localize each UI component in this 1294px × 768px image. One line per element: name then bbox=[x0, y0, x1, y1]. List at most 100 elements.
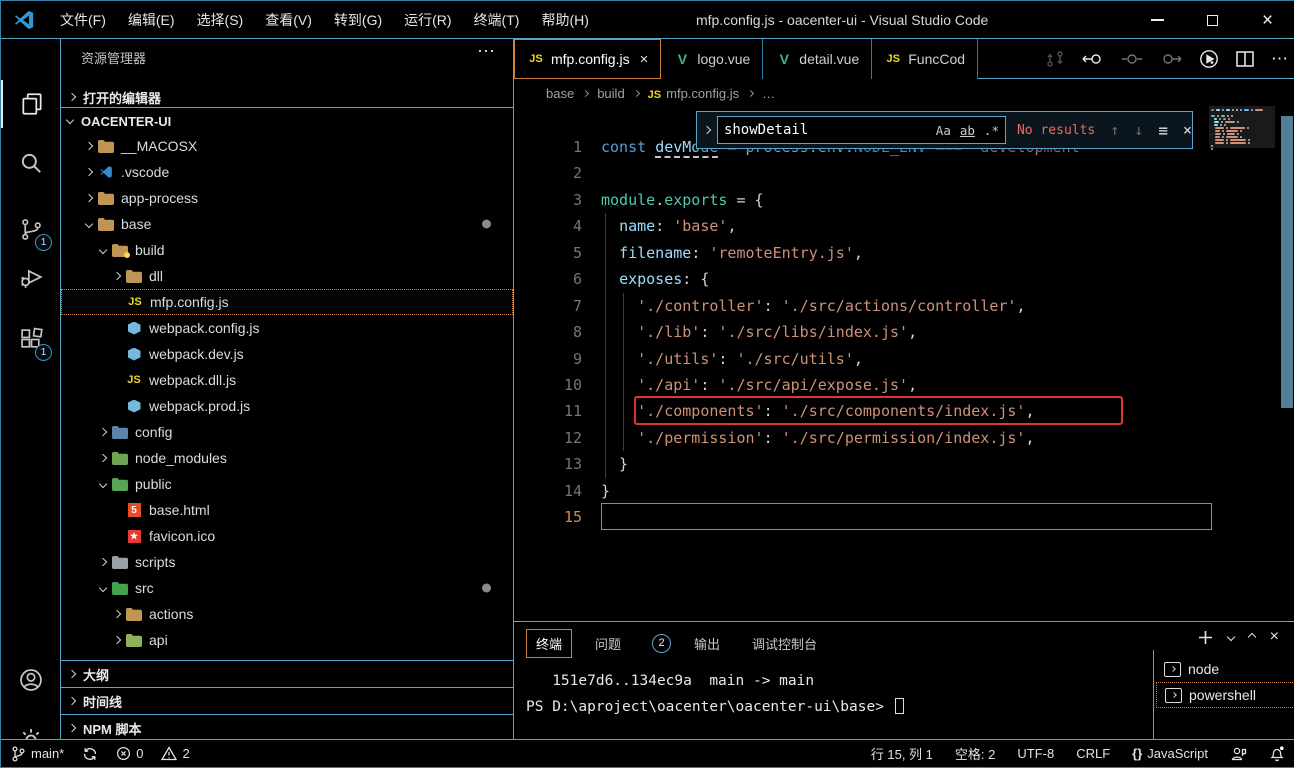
section-[interactable]: 大纲 bbox=[61, 660, 513, 687]
tab-mfp.config.js[interactable]: JSmfp.config.js× bbox=[514, 39, 661, 79]
next-change-icon[interactable] bbox=[1160, 51, 1182, 67]
status-sync[interactable] bbox=[82, 746, 98, 762]
new-terminal-icon[interactable] bbox=[1198, 630, 1213, 645]
tree-item-__MACOSX[interactable]: __MACOSX bbox=[61, 133, 513, 159]
tree-item-.vscode[interactable]: .vscode bbox=[61, 159, 513, 185]
close-find-icon[interactable]: × bbox=[1183, 121, 1192, 139]
next-match-icon[interactable]: ↓ bbox=[1134, 121, 1143, 139]
run-debug-icon[interactable] bbox=[1, 253, 61, 301]
tree-item-public[interactable]: public bbox=[61, 471, 513, 497]
maximize-panel-icon[interactable] bbox=[1247, 633, 1255, 641]
terminal-instance-node[interactable]: node bbox=[1156, 656, 1294, 682]
more-actions-icon[interactable]: ⋯ bbox=[1271, 49, 1289, 69]
tab-logo.vue[interactable]: Vlogo.vue bbox=[661, 39, 763, 79]
regex-icon[interactable]: .* bbox=[984, 123, 999, 138]
editor-scrollbar[interactable] bbox=[1281, 116, 1293, 408]
tree-item-favicon.ico[interactable]: ★favicon.ico bbox=[61, 523, 513, 549]
breadcrumb-item[interactable]: build bbox=[597, 86, 624, 101]
previous-match-icon[interactable]: ↑ bbox=[1110, 121, 1119, 139]
tree-item-dll[interactable]: dll bbox=[61, 263, 513, 289]
menu-item-R[interactable]: 运行(R) bbox=[393, 1, 462, 39]
menu-item-F[interactable]: 文件(F) bbox=[49, 1, 117, 39]
tree-item-api[interactable]: api bbox=[61, 627, 513, 653]
status-feedback[interactable] bbox=[1230, 746, 1247, 762]
breadcrumb[interactable]: base build JS mfp.config.js … bbox=[514, 80, 1294, 106]
search-input[interactable]: showDetail Aa ab .* bbox=[717, 116, 1006, 144]
close-button[interactable]: × bbox=[1240, 1, 1294, 39]
section-[interactable]: 时间线 bbox=[61, 687, 513, 714]
project-root[interactable]: OACENTER-UI bbox=[61, 110, 513, 132]
search-icon[interactable] bbox=[1, 139, 61, 187]
status-errors[interactable]: 0 bbox=[116, 746, 143, 761]
tree-item-app-process[interactable]: app-process bbox=[61, 185, 513, 211]
tree-item-config[interactable]: config bbox=[61, 419, 513, 445]
code-editor[interactable]: 1const devMode = process.env.NODE_ENV ==… bbox=[514, 106, 1294, 621]
source-control-icon[interactable]: 1 bbox=[1, 205, 61, 253]
find-in-selection-icon[interactable]: ≡ bbox=[1158, 121, 1168, 140]
run-code-icon[interactable] bbox=[1199, 49, 1219, 69]
tree-item-mfp.config.js[interactable]: JSmfp.config.js bbox=[61, 289, 513, 315]
compare-changes-icon[interactable] bbox=[1045, 50, 1065, 68]
tree-item-webpack.config.js[interactable]: webpack.config.js bbox=[61, 315, 513, 341]
code-line-6: 6 exposes: { bbox=[514, 266, 1294, 292]
tree-item-webpack.dev.js[interactable]: webpack.dev.js bbox=[61, 341, 513, 367]
breadcrumb-item[interactable]: … bbox=[762, 86, 775, 101]
status-warnings[interactable]: 2 bbox=[161, 746, 189, 761]
menu-item-G[interactable]: 转到(G) bbox=[323, 1, 393, 39]
tree-item-webpack.dll.js[interactable]: JSwebpack.dll.js bbox=[61, 367, 513, 393]
whole-word-icon[interactable]: ab bbox=[960, 123, 975, 138]
status-notifications[interactable] bbox=[1269, 745, 1285, 762]
panel-tab-label: 输出 bbox=[694, 634, 720, 653]
menu-item-E[interactable]: 编辑(E) bbox=[117, 1, 186, 39]
match-case-icon[interactable]: Aa bbox=[936, 123, 951, 138]
terminal-instance-powershell[interactable]: powershell bbox=[1156, 682, 1294, 708]
explorer-icon[interactable] bbox=[1, 80, 61, 128]
panel-tab-问题[interactable]: 问题 bbox=[586, 630, 630, 657]
close-tab-icon[interactable]: × bbox=[640, 51, 649, 68]
breadcrumb-item[interactable]: mfp.config.js bbox=[666, 86, 739, 101]
open-editors-section[interactable]: 打开的编辑器 bbox=[61, 87, 513, 108]
current-change-icon[interactable] bbox=[1121, 51, 1143, 67]
terminal-output[interactable]: 151e7d6..134ec9a main -> mainPS D:\aproj… bbox=[526, 668, 1146, 720]
tree-item-base[interactable]: base bbox=[61, 211, 513, 237]
tree-item-src[interactable]: src bbox=[61, 575, 513, 601]
panel-tab-输出[interactable]: 输出 bbox=[685, 630, 729, 657]
tab-FuncCod[interactable]: JSFuncCod bbox=[872, 39, 978, 79]
tree-item-scripts[interactable]: scripts bbox=[61, 549, 513, 575]
status-branch[interactable]: main* bbox=[11, 746, 64, 762]
chevron-right-icon bbox=[81, 143, 97, 149]
tab-detail.vue[interactable]: Vdetail.vue bbox=[763, 39, 872, 79]
tree-item-node_modules[interactable]: node_modules bbox=[61, 445, 513, 471]
tree-item-build[interactable]: build bbox=[61, 237, 513, 263]
panel-tab-调试控制台[interactable]: 调试控制台 bbox=[743, 630, 826, 657]
menu-item-V[interactable]: 查看(V) bbox=[254, 1, 323, 39]
terminal-dropdown-icon[interactable] bbox=[1226, 633, 1234, 641]
status-cursor-position[interactable]: 行 15, 列 1 bbox=[871, 744, 933, 763]
menu-item-S[interactable]: 选择(S) bbox=[186, 1, 255, 39]
menu-item-T[interactable]: 终端(T) bbox=[463, 1, 531, 39]
status-encoding[interactable]: UTF-8 bbox=[1017, 746, 1054, 761]
toggle-replace-icon[interactable] bbox=[697, 112, 717, 148]
menu-item-H[interactable]: 帮助(H) bbox=[530, 1, 599, 39]
tree-item-actions[interactable]: actions bbox=[61, 601, 513, 627]
status-eol[interactable]: CRLF bbox=[1076, 746, 1110, 761]
minimap[interactable] bbox=[1211, 109, 1273, 154]
line-content: filename: 'remoteEntry.js', bbox=[582, 240, 863, 266]
tree-item-base.html[interactable]: 5base.html bbox=[61, 497, 513, 523]
extensions-icon[interactable]: 1 bbox=[1, 315, 61, 363]
tree-item-webpack.prod.js[interactable]: webpack.prod.js bbox=[61, 393, 513, 419]
line-number: 6 bbox=[514, 266, 582, 292]
split-editor-icon[interactable] bbox=[1236, 51, 1254, 67]
close-panel-icon[interactable]: × bbox=[1270, 628, 1279, 646]
account-icon[interactable] bbox=[1, 656, 61, 704]
maximize-button[interactable] bbox=[1185, 1, 1240, 39]
status-indentation[interactable]: 空格: 2 bbox=[955, 744, 995, 763]
section-NPM[interactable]: NPM 脚本 bbox=[61, 714, 513, 741]
panel-tab-终端[interactable]: 终端 bbox=[526, 629, 572, 658]
previous-change-icon[interactable] bbox=[1082, 51, 1104, 67]
more-actions-icon[interactable]: ⋯ bbox=[477, 41, 497, 62]
breadcrumb-item[interactable]: base bbox=[546, 86, 574, 101]
js-icon: JS bbox=[648, 86, 661, 101]
minimize-button[interactable] bbox=[1130, 1, 1185, 39]
status-language[interactable]: {}JavaScript bbox=[1132, 746, 1208, 761]
